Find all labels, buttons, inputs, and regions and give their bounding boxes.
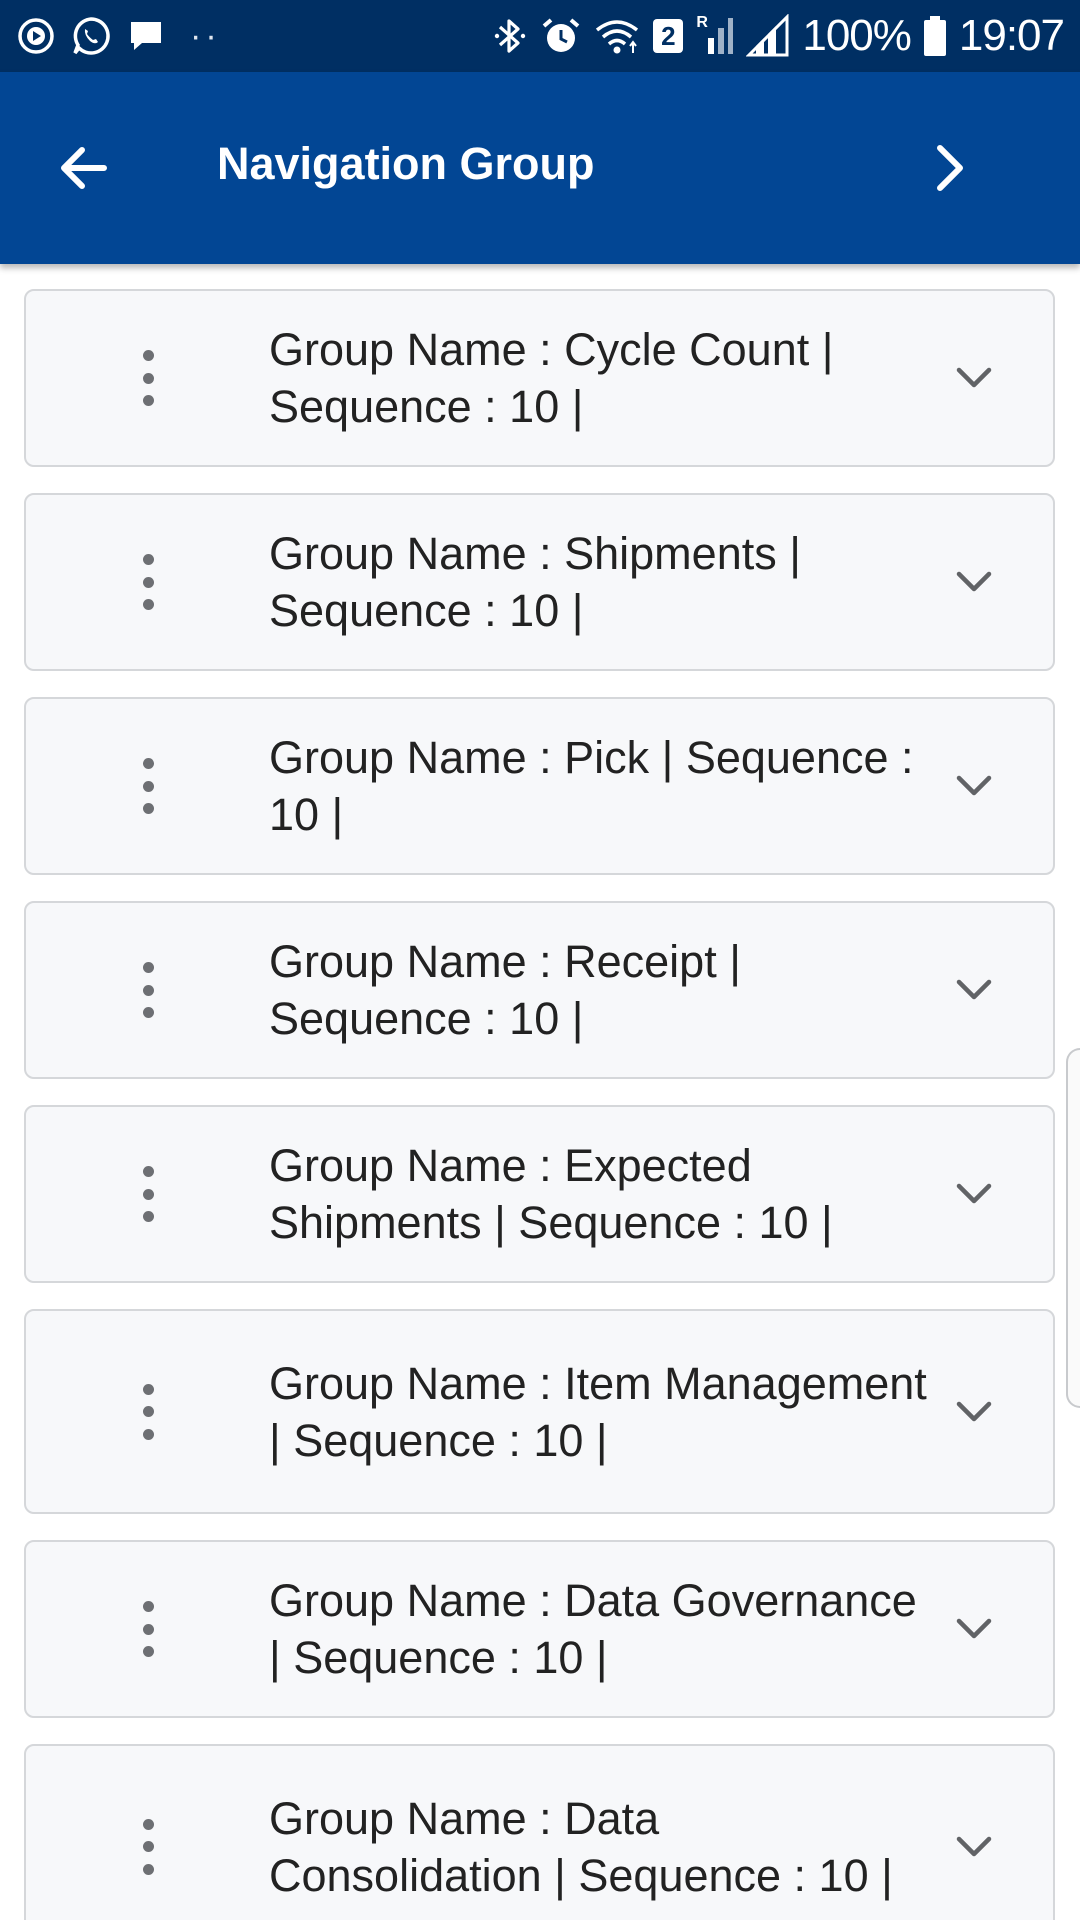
group-card[interactable]: Group Name : Expected Shipments | Sequen… bbox=[24, 1105, 1055, 1283]
group-card-text: Group Name : Data Consolidation | Sequen… bbox=[269, 1792, 893, 1901]
next-button[interactable] bbox=[912, 132, 984, 204]
wifi-icon bbox=[594, 16, 640, 56]
group-card[interactable]: Group Name : Data Consolidation | Sequen… bbox=[24, 1744, 1055, 1920]
more-vert-icon[interactable] bbox=[136, 1166, 160, 1222]
more-vert-icon[interactable] bbox=[136, 1818, 160, 1875]
chevron-down-icon[interactable] bbox=[946, 350, 1002, 406]
chevron-down-icon[interactable] bbox=[946, 758, 1002, 814]
group-card[interactable]: Group Name : Shipments | Sequence : 10 | bbox=[24, 493, 1055, 671]
group-card-text: Group Name : Pick | Sequence : 10 | bbox=[269, 732, 914, 840]
group-card-text: Group Name : Item Management | Sequence … bbox=[269, 1357, 927, 1466]
whatsapp-icon bbox=[70, 15, 112, 57]
signal-strength-icon bbox=[746, 14, 790, 58]
group-card[interactable]: Group Name : Data Governance | Sequence … bbox=[24, 1540, 1055, 1718]
clock: 19:07 bbox=[958, 11, 1065, 60]
chevron-down-icon[interactable] bbox=[946, 1166, 1002, 1222]
battery-icon bbox=[923, 14, 947, 58]
group-card-text: Group Name : Data Governance | Sequence … bbox=[269, 1575, 917, 1683]
chevron-down-icon[interactable] bbox=[946, 962, 1002, 1018]
back-button[interactable] bbox=[48, 132, 120, 204]
more-notifications-indicator: ·· bbox=[190, 16, 221, 55]
chevron-right-icon bbox=[937, 145, 963, 191]
more-vert-icon[interactable] bbox=[136, 554, 160, 610]
scrollbar-handle[interactable] bbox=[1066, 1048, 1080, 1408]
app-bar: Navigation Group bbox=[0, 72, 1080, 264]
group-card-text: Group Name : Cycle Count | Sequence : 10… bbox=[269, 324, 834, 432]
battery-percentage: 100% bbox=[802, 11, 912, 60]
group-card[interactable]: Group Name : Pick | Sequence : 10 | bbox=[24, 697, 1055, 875]
more-vert-icon[interactable] bbox=[136, 350, 160, 406]
more-vert-icon[interactable] bbox=[136, 758, 160, 814]
group-card[interactable]: Group Name : Cycle Count | Sequence : 10… bbox=[24, 289, 1055, 467]
signal-roaming-icon: R bbox=[696, 14, 734, 58]
page-title: Navigation Group bbox=[217, 138, 595, 189]
more-vert-icon[interactable] bbox=[136, 1383, 160, 1440]
chevron-down-icon[interactable] bbox=[946, 1819, 1002, 1875]
status-bar: ·· 2 R 100% 19:07 bbox=[0, 0, 1080, 72]
bluetooth-icon bbox=[492, 14, 528, 58]
arrow-back-icon bbox=[61, 147, 107, 189]
chevron-down-icon[interactable] bbox=[946, 554, 1002, 610]
group-card-text: Group Name : Shipments | Sequence : 10 | bbox=[269, 528, 801, 636]
alarm-icon bbox=[540, 15, 582, 57]
more-vert-icon[interactable] bbox=[136, 1601, 160, 1657]
chevron-down-icon[interactable] bbox=[946, 1601, 1002, 1657]
media-play-icon bbox=[16, 16, 56, 56]
group-card[interactable]: Group Name : Item Management | Sequence … bbox=[24, 1309, 1055, 1514]
group-list: Group Name : Cycle Count | Sequence : 10… bbox=[0, 264, 1080, 1920]
message-icon bbox=[126, 16, 166, 56]
chevron-down-icon[interactable] bbox=[946, 1384, 1002, 1440]
group-card[interactable]: Group Name : Receipt | Sequence : 10 | bbox=[24, 901, 1055, 1079]
more-vert-icon[interactable] bbox=[136, 962, 160, 1018]
sim-badge: 2 bbox=[652, 18, 684, 54]
group-card-text: Group Name : Expected Shipments | Sequen… bbox=[269, 1140, 833, 1248]
group-card-text: Group Name : Receipt | Sequence : 10 | bbox=[269, 936, 741, 1044]
